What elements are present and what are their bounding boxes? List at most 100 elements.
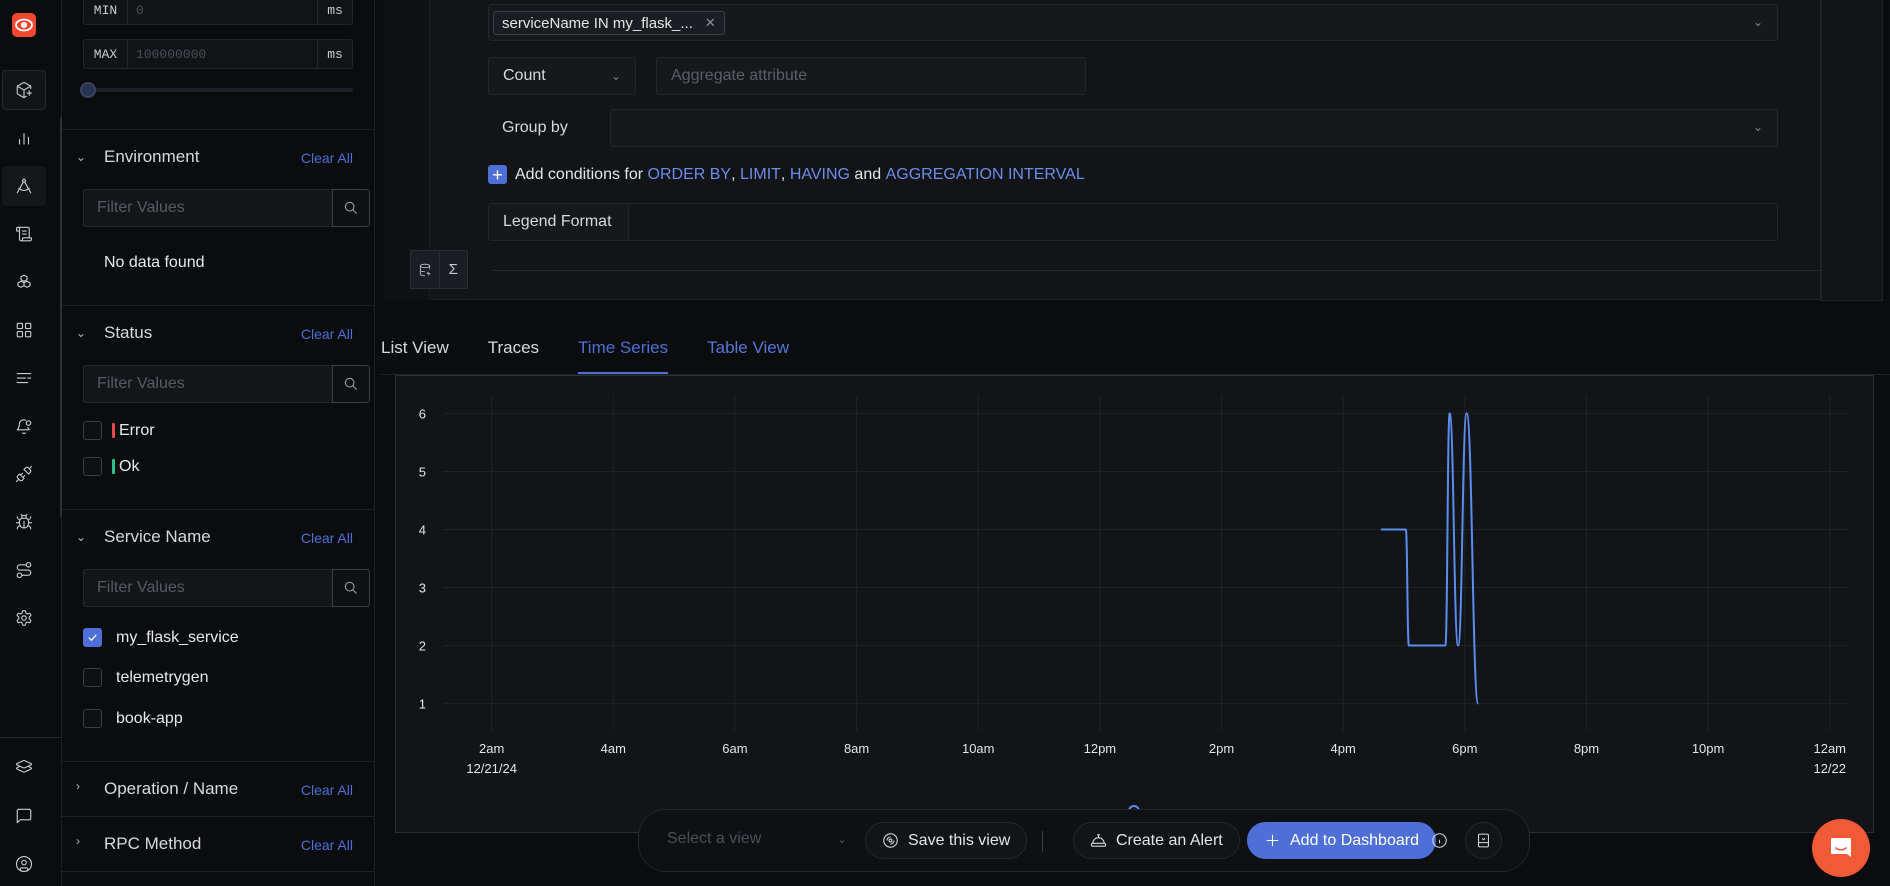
nav-dashboards[interactable] xyxy=(2,310,46,350)
collapse-toolbar-button[interactable] xyxy=(1465,822,1502,859)
status-search-button[interactable] xyxy=(332,365,370,403)
tab-table-view[interactable]: Table View xyxy=(707,330,789,375)
nav-get-started[interactable] xyxy=(2,70,46,110)
close-icon[interactable]: ✕ xyxy=(705,15,716,31)
status-clear-all[interactable]: Clear All xyxy=(301,326,353,342)
signoz-logo[interactable] xyxy=(12,13,36,37)
service-name-filter-input[interactable]: Filter Values xyxy=(83,569,332,607)
info-icon xyxy=(1432,833,1447,848)
support-chat-button[interactable] xyxy=(1812,819,1870,877)
max-label: MAX xyxy=(84,40,128,68)
chevron-right-icon: › xyxy=(76,834,80,848)
nav-settings[interactable] xyxy=(2,598,46,638)
nav-layers[interactable] xyxy=(2,748,46,788)
having-link[interactable]: HAVING xyxy=(790,166,850,184)
tab-traces[interactable]: Traces xyxy=(488,330,539,375)
rpc-method-clear-all[interactable]: Clear All xyxy=(301,837,353,853)
add-conditions-row: + Add conditions for ORDER BY, LIMIT, HA… xyxy=(488,165,1085,184)
save-view-button[interactable]: Save this view xyxy=(865,822,1028,859)
nav-logs[interactable] xyxy=(2,214,46,254)
query-button[interactable] xyxy=(411,251,440,288)
aggregate-attribute-input[interactable]: Aggregate attribute xyxy=(656,57,1086,95)
filter-panel: MIN 0 ms MAX 100000000 ms ⌄ Environment … xyxy=(62,0,375,886)
x-tick-label: 6am xyxy=(722,741,747,756)
bug-icon xyxy=(15,513,33,530)
duration-slider[interactable] xyxy=(80,82,353,98)
environment-search-button[interactable] xyxy=(332,189,370,227)
limit-link[interactable]: LIMIT xyxy=(740,166,781,184)
x-axis-ticks: 2am 12/21/24 4am 6am 8am 10am 12pm 2pm 4pm 6pm 8pm… xyxy=(466,741,1846,776)
nav-integrations[interactable] xyxy=(2,454,46,494)
tab-list-view[interactable]: List View xyxy=(381,330,449,375)
checkbox[interactable] xyxy=(83,668,102,687)
where-clause-field[interactable]: serviceName IN my_flask_... ✕ ⌄ xyxy=(488,4,1778,41)
nav-infrastructure[interactable] xyxy=(2,262,46,302)
nav-divider xyxy=(0,737,62,738)
chevron-down-icon[interactable]: ⌄ xyxy=(1753,15,1763,29)
tab-time-series[interactable]: Time Series xyxy=(578,330,669,375)
service-option-label: telemetrygen xyxy=(116,668,209,686)
x-tick-sublabel: 12/21/24 xyxy=(466,761,517,776)
order-by-link[interactable]: ORDER BY xyxy=(648,166,732,184)
nav-services[interactable] xyxy=(2,118,46,158)
x-tick-label: 2am xyxy=(479,741,504,756)
legend-format-input[interactable] xyxy=(629,204,1777,240)
rpc-method-header[interactable]: › RPC Method Clear All xyxy=(62,817,374,871)
checkbox[interactable] xyxy=(83,421,102,440)
operation-clear-all[interactable]: Clear All xyxy=(301,782,353,798)
service-name-search-button[interactable] xyxy=(332,569,370,607)
min-label: MIN xyxy=(84,0,128,24)
status-option-error[interactable]: Error xyxy=(83,421,155,440)
operation-header[interactable]: › Operation / Name Clear All xyxy=(62,762,374,816)
separator: , xyxy=(731,165,736,183)
x-tick-sublabel: 12/22 xyxy=(1813,761,1846,776)
service-option[interactable]: telemetrygen xyxy=(83,668,209,687)
add-to-dashboard-button[interactable]: Add to Dashboard xyxy=(1247,822,1436,859)
checkbox[interactable] xyxy=(83,457,102,476)
nav-alerts[interactable] xyxy=(2,406,46,446)
nav-messaging-queues[interactable] xyxy=(2,358,46,398)
nav-support-chat[interactable] xyxy=(2,796,46,836)
user-circle-icon xyxy=(15,855,33,873)
duration-slider-thumb[interactable] xyxy=(80,82,96,98)
y-axis-ticks: 1 2 3 4 5 6 xyxy=(419,406,426,711)
filter-section-rpc-method: › RPC Method Clear All xyxy=(62,816,374,871)
rpc-method-title: RPC Method xyxy=(104,834,202,853)
filter-chip[interactable]: serviceName IN my_flask_... ✕ xyxy=(493,11,725,35)
query-builder-right-panel xyxy=(1821,0,1883,301)
info-button[interactable] xyxy=(1421,822,1458,859)
create-alert-button[interactable]: Create an Alert xyxy=(1073,822,1240,859)
nav-service-map[interactable] xyxy=(2,550,46,590)
max-input[interactable]: 100000000 xyxy=(128,40,317,68)
add-conditions-button[interactable]: + xyxy=(488,165,507,184)
aggregation-interval-link[interactable]: AGGREGATION INTERVAL xyxy=(886,166,1085,184)
status-filter-input[interactable]: Filter Values xyxy=(83,365,332,403)
aggregate-operator-value: Count xyxy=(503,67,546,84)
nav-exceptions[interactable] xyxy=(2,502,46,542)
x-tick-label: 10pm xyxy=(1692,741,1725,756)
drafting-compass-icon xyxy=(16,178,32,194)
service-option[interactable]: book-app xyxy=(83,709,183,728)
min-input[interactable]: 0 xyxy=(128,0,317,24)
environment-filter-input[interactable]: Filter Values xyxy=(83,189,332,227)
status-header[interactable]: ⌄ Status Clear All xyxy=(62,306,374,360)
add-to-dashboard-label: Add to Dashboard xyxy=(1290,831,1419,849)
checkbox[interactable] xyxy=(83,709,102,728)
service-name-clear-all[interactable]: Clear All xyxy=(301,530,353,546)
aggregate-operator-select[interactable]: Count ⌄ xyxy=(488,57,636,95)
service-name-header[interactable]: ⌄ Service Name Clear All xyxy=(62,510,374,564)
checkbox-checked[interactable] xyxy=(83,628,102,647)
nav-traces-explorer[interactable] xyxy=(2,166,46,206)
environment-clear-all[interactable]: Clear All xyxy=(301,150,353,166)
status-option-ok[interactable]: Ok xyxy=(83,457,139,476)
min-unit: ms xyxy=(317,0,352,24)
service-option[interactable]: my_flask_service xyxy=(83,628,239,647)
time-series-chart[interactable]: 1 2 3 4 5 6 2am 12/21/24 4am 6am 8am 10am 12pm 2pm 4p… xyxy=(396,376,1875,834)
select-view-dropdown[interactable]: Select a view ⌄ xyxy=(667,830,847,848)
environment-empty: No data found xyxy=(104,254,205,271)
environment-header[interactable]: ⌄ Environment Clear All xyxy=(62,130,374,184)
formula-button[interactable]: Σ xyxy=(440,251,468,288)
y-tick-label: 2 xyxy=(419,639,426,654)
nav-user-profile[interactable] xyxy=(2,844,46,884)
group-by-select[interactable]: ⌄ xyxy=(610,109,1778,147)
